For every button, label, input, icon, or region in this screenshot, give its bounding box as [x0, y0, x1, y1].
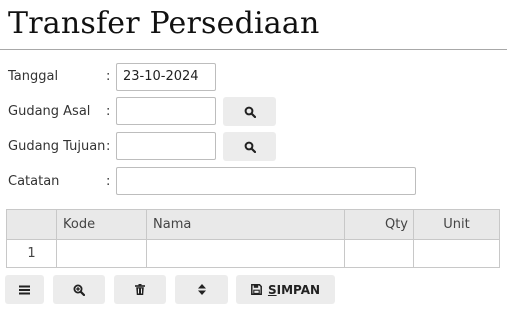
col-header-rownum — [7, 210, 56, 240]
page-title: Transfer Persediaan — [8, 6, 320, 41]
row-number: 1 — [27, 246, 36, 261]
tanggal-colon: : — [106, 69, 111, 84]
tanggal-label: Tanggal — [8, 69, 59, 84]
col-header-qty[interactable]: Qty — [345, 210, 408, 240]
items-table: Kode Nama Qty Unit 1 — [6, 209, 500, 268]
catatan-colon: : — [106, 174, 111, 189]
simpan-button[interactable]: SIMPAN — [236, 275, 335, 304]
gudang-asal-input[interactable] — [116, 97, 216, 125]
menu-icon — [19, 285, 30, 294]
save-icon — [251, 284, 262, 295]
delete-button[interactable] — [114, 275, 166, 304]
col-header-kode[interactable]: Kode — [63, 210, 95, 240]
sort-button[interactable] — [175, 275, 228, 304]
gudang-tujuan-search-button[interactable] — [223, 132, 276, 161]
title-divider — [0, 49, 507, 50]
gudang-tujuan-colon: : — [106, 139, 111, 154]
search-icon — [244, 106, 256, 118]
gudang-tujuan-input[interactable] — [116, 132, 216, 160]
col-header-nama[interactable]: Nama — [153, 210, 191, 240]
zoom-button[interactable] — [53, 275, 105, 304]
zoom-in-icon — [73, 284, 85, 296]
gudang-asal-colon: : — [106, 104, 111, 119]
simpan-label: SIMPAN — [267, 282, 321, 297]
table-row[interactable] — [7, 240, 499, 267]
catatan-input[interactable] — [116, 167, 416, 195]
search-icon — [244, 141, 256, 153]
catatan-label: Catatan — [8, 174, 60, 189]
trash-icon — [135, 284, 145, 295]
gudang-tujuan-label: Gudang Tujuan — [8, 139, 106, 154]
gudang-asal-search-button[interactable] — [223, 97, 276, 126]
tanggal-input[interactable]: 23-10-2024 — [116, 63, 216, 91]
col-header-unit[interactable]: Unit — [414, 210, 499, 240]
gudang-asal-label: Gudang Asal — [8, 104, 91, 119]
sort-icon — [197, 284, 206, 295]
menu-button[interactable] — [5, 275, 44, 304]
